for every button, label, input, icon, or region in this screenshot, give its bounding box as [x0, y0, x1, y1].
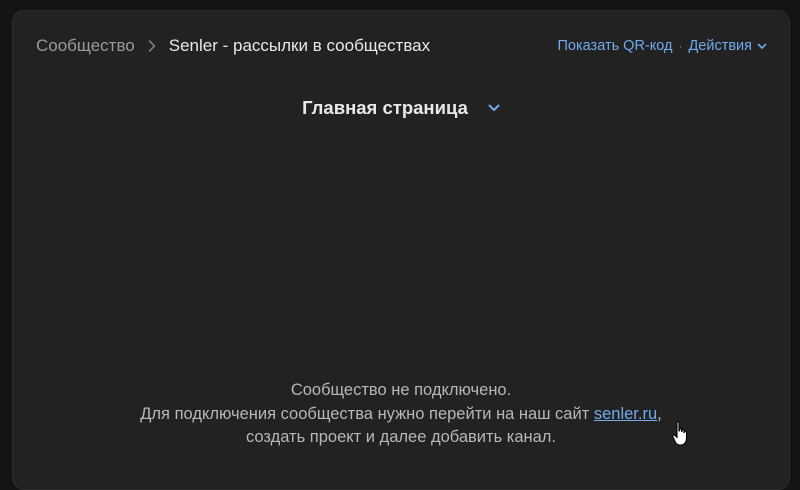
- actions-menu-button[interactable]: Действия: [688, 38, 767, 54]
- message-line-1: Сообщество не подключено.: [290, 381, 512, 399]
- actions-separator: ·: [678, 39, 683, 53]
- page-select-dropdown[interactable]: Главная страница: [13, 97, 789, 119]
- message-line-2-text: Для подключения сообщества нужно перейти…: [140, 404, 594, 423]
- breadcrumb: Сообщество Senler - рассылки в сообществ…: [36, 36, 558, 56]
- chevron-right-icon: [135, 36, 169, 56]
- hand-pointer-icon: [672, 421, 688, 446]
- page-select-value: Главная страница: [302, 97, 468, 118]
- breadcrumb-root-link[interactable]: Сообщество: [36, 36, 135, 56]
- chevron-down-icon: [757, 43, 767, 50]
- community-panel: Сообщество Senler - рассылки в сообществ…: [12, 10, 790, 490]
- panel-header: Сообщество Senler - рассылки в сообществ…: [13, 33, 789, 59]
- message-line-2-suffix: ,: [657, 404, 662, 423]
- header-actions: Показать QR-код · Действия: [558, 38, 768, 54]
- show-qr-code-link[interactable]: Показать QR-код: [558, 38, 673, 54]
- breadcrumb-current: Senler - рассылки в сообществах: [168, 36, 431, 55]
- senler-site-link[interactable]: senler.ru: [594, 405, 657, 423]
- actions-menu-label: Действия: [688, 38, 752, 54]
- chevron-down-icon: [488, 104, 500, 112]
